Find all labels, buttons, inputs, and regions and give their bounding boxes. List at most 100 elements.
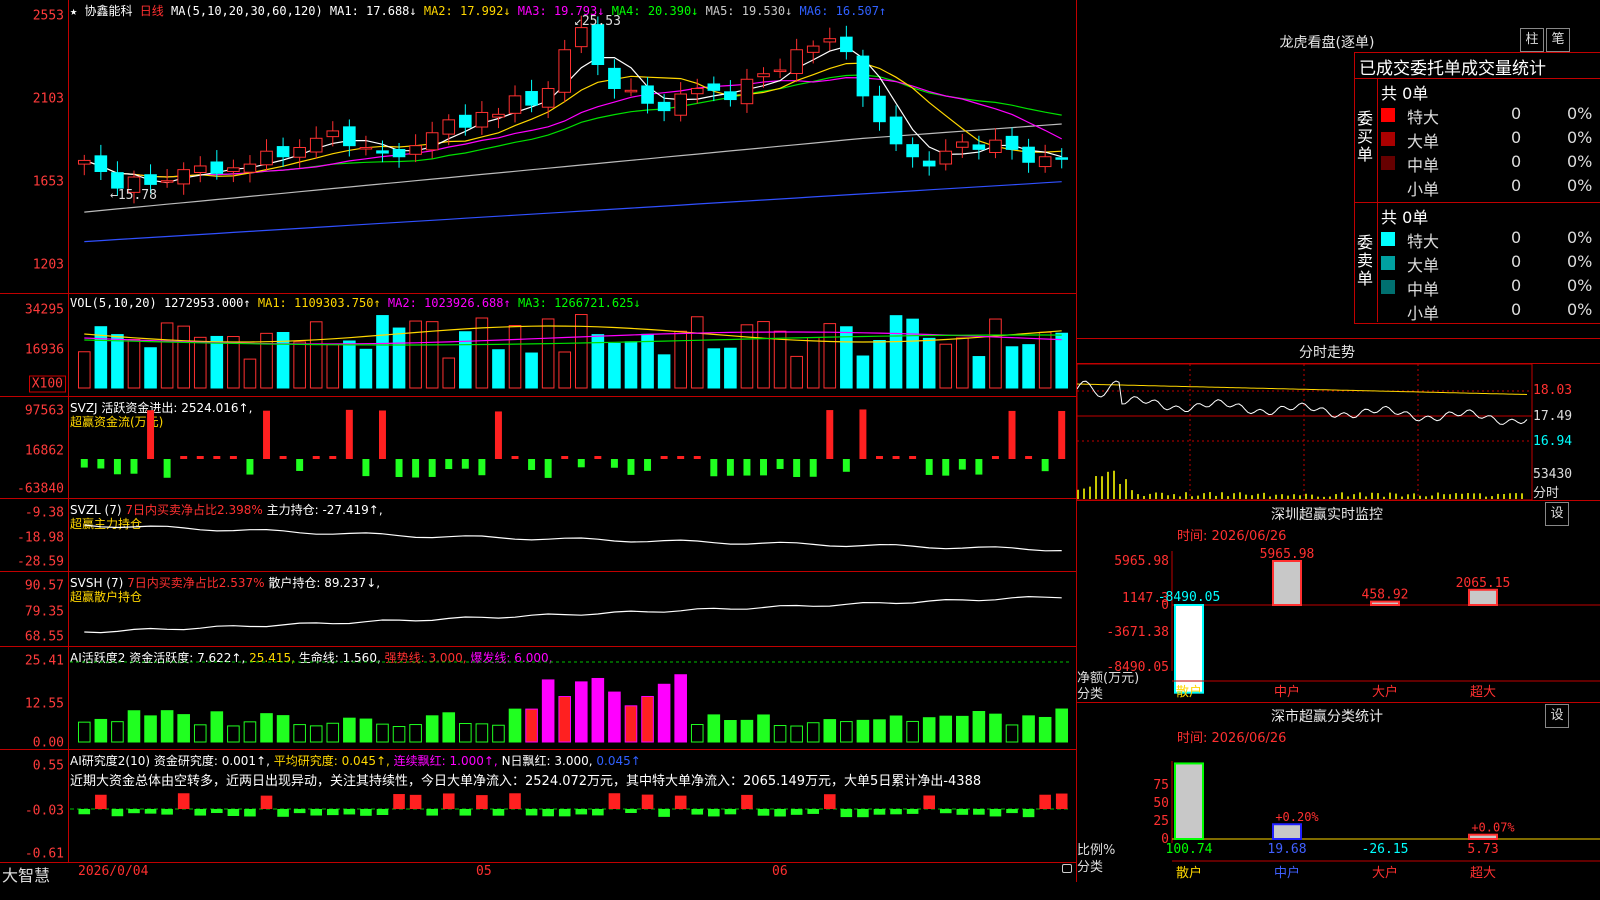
flow-bar bbox=[1058, 410, 1066, 459]
volume-bar bbox=[806, 337, 820, 389]
order-value: 0 bbox=[1511, 104, 1522, 123]
activity-bar bbox=[1038, 716, 1052, 743]
intraday-volume-bar bbox=[1341, 492, 1343, 499]
bar-mode-button[interactable]: 柱 bbox=[1520, 28, 1544, 52]
volume-bar bbox=[326, 344, 340, 389]
research-bar bbox=[989, 809, 1002, 817]
order-row: 大单 0 0% bbox=[1381, 126, 1600, 151]
volume-bar bbox=[1038, 331, 1052, 389]
volume-bar bbox=[906, 318, 919, 389]
ai-research-pane[interactable]: 0.55 -0.03 -0.61 AI研究度2(10) 资金研究度: 0.001… bbox=[0, 750, 1076, 863]
intraday-volume-bar bbox=[1305, 493, 1307, 499]
flow-bar bbox=[362, 459, 370, 477]
research-bar bbox=[409, 794, 422, 809]
order-percent: 0% bbox=[1567, 176, 1593, 195]
activity-bar bbox=[492, 724, 505, 743]
order-percent: 0% bbox=[1567, 228, 1593, 247]
volume-bar bbox=[724, 347, 737, 389]
tick-mode-button[interactable]: 笔 bbox=[1546, 28, 1570, 52]
intraday-volume-bar bbox=[1113, 470, 1115, 499]
activity-bar bbox=[922, 717, 936, 743]
volume-bars bbox=[77, 314, 1069, 389]
research-bar bbox=[956, 809, 969, 815]
sz-class-axis-label: 50 bbox=[1153, 796, 1169, 811]
volume-bar bbox=[293, 341, 306, 389]
svzl-line bbox=[84, 524, 1062, 552]
intraday-volume-bar bbox=[1515, 493, 1517, 499]
lock-icon[interactable] bbox=[1062, 864, 1072, 873]
intraday-volume-bar bbox=[1509, 493, 1511, 499]
candle bbox=[160, 180, 174, 183]
intraday-volume-bar bbox=[1263, 492, 1265, 499]
research-bar bbox=[360, 809, 372, 816]
ma1-line bbox=[84, 45, 1062, 184]
activity-bar bbox=[525, 708, 538, 743]
flow-bar bbox=[892, 456, 900, 459]
class-bar bbox=[1468, 833, 1498, 840]
monitor-bar-value: 2065.15 bbox=[1456, 576, 1511, 591]
intraday-volume-bar bbox=[1365, 496, 1367, 499]
order-color-swatch bbox=[1381, 108, 1395, 122]
ma6-line bbox=[84, 181, 1062, 243]
candle bbox=[111, 172, 124, 189]
flow-bar bbox=[196, 456, 204, 459]
price-pane[interactable]: 2553 2103 1653 1203 ★ 协鑫能科 日线 MA(5,10,20… bbox=[0, 0, 1076, 294]
activity-bar bbox=[558, 696, 572, 743]
flow-bar bbox=[345, 409, 353, 459]
intraday-volume-bar bbox=[1251, 495, 1253, 499]
flow-bar bbox=[776, 459, 784, 469]
order-color-swatch bbox=[1381, 280, 1395, 294]
intraday-volume-bar bbox=[1119, 483, 1121, 499]
volume-bar bbox=[558, 351, 572, 389]
flow-bar bbox=[1025, 456, 1033, 459]
ai-active-pane[interactable]: 25.41 12.55 0.00 AI活跃度2 资金活跃度: 7.622↑, 2… bbox=[0, 647, 1076, 751]
flow-bar bbox=[842, 459, 850, 472]
volume-bar bbox=[624, 341, 638, 389]
research-bar bbox=[625, 809, 637, 814]
buy-order-label: 委买单 bbox=[1357, 109, 1374, 164]
intraday-axis-label: 18.03 bbox=[1533, 383, 1573, 398]
candle bbox=[608, 67, 621, 89]
research-bar bbox=[840, 809, 853, 818]
order-label: 特大 bbox=[1407, 232, 1440, 251]
research-bar bbox=[492, 809, 505, 816]
intraday-volume-bar bbox=[1215, 495, 1217, 499]
activity-bar bbox=[939, 715, 953, 743]
candle bbox=[475, 111, 489, 128]
volume-bar bbox=[525, 352, 538, 389]
volume-bar bbox=[1005, 346, 1019, 389]
svzj-pane[interactable]: 97563 16862 -63840 SVZJ 活跃资金进出: 2524.016… bbox=[0, 397, 1076, 499]
candle bbox=[94, 155, 108, 172]
volume-bar bbox=[690, 316, 704, 389]
candlestick-chart[interactable] bbox=[0, 0, 1076, 293]
intraday-volume-bar bbox=[1293, 494, 1295, 499]
class-category-label: 中户 bbox=[1274, 865, 1300, 881]
intraday-volume-bar bbox=[1143, 495, 1145, 499]
activity-bar bbox=[210, 711, 224, 743]
intraday-chart[interactable] bbox=[1077, 339, 1600, 500]
research-bar bbox=[641, 794, 654, 809]
intraday-volume-bar bbox=[1137, 494, 1139, 499]
candle bbox=[657, 101, 671, 112]
sell-order-label: 委卖单 bbox=[1357, 233, 1374, 288]
candle bbox=[227, 167, 240, 173]
volume-pane[interactable]: 34295 16936 X100 VOL(5,10,20) 1272953.00… bbox=[0, 294, 1076, 397]
flow-bar bbox=[1041, 459, 1049, 472]
research-bar bbox=[393, 794, 405, 809]
flow-bar bbox=[594, 456, 602, 459]
intraday-volume-bar bbox=[1437, 492, 1439, 499]
intraday-volume-bar bbox=[1227, 496, 1229, 499]
activity-bar bbox=[359, 718, 373, 743]
volume-bar bbox=[1055, 332, 1069, 389]
flow-bar bbox=[329, 456, 337, 459]
intraday-panel[interactable]: 分时走势 18.03 17.49 16.94 53430 分时 bbox=[1077, 339, 1600, 501]
svzl-pane[interactable]: -9.38 -18.98 -28.59 SVZL (7) 7日内买卖净占比2.3… bbox=[0, 499, 1076, 572]
candle bbox=[591, 24, 605, 66]
candle bbox=[177, 169, 190, 185]
candle bbox=[193, 165, 207, 173]
svsh-pane[interactable]: 90.57 79.35 68.55 SVSH (7) 7日内买卖净占比2.537… bbox=[0, 572, 1076, 647]
flow-bar bbox=[113, 459, 121, 475]
research-bar bbox=[144, 809, 157, 814]
volume-bar bbox=[922, 337, 936, 389]
intraday-volume-bar bbox=[1461, 493, 1463, 499]
